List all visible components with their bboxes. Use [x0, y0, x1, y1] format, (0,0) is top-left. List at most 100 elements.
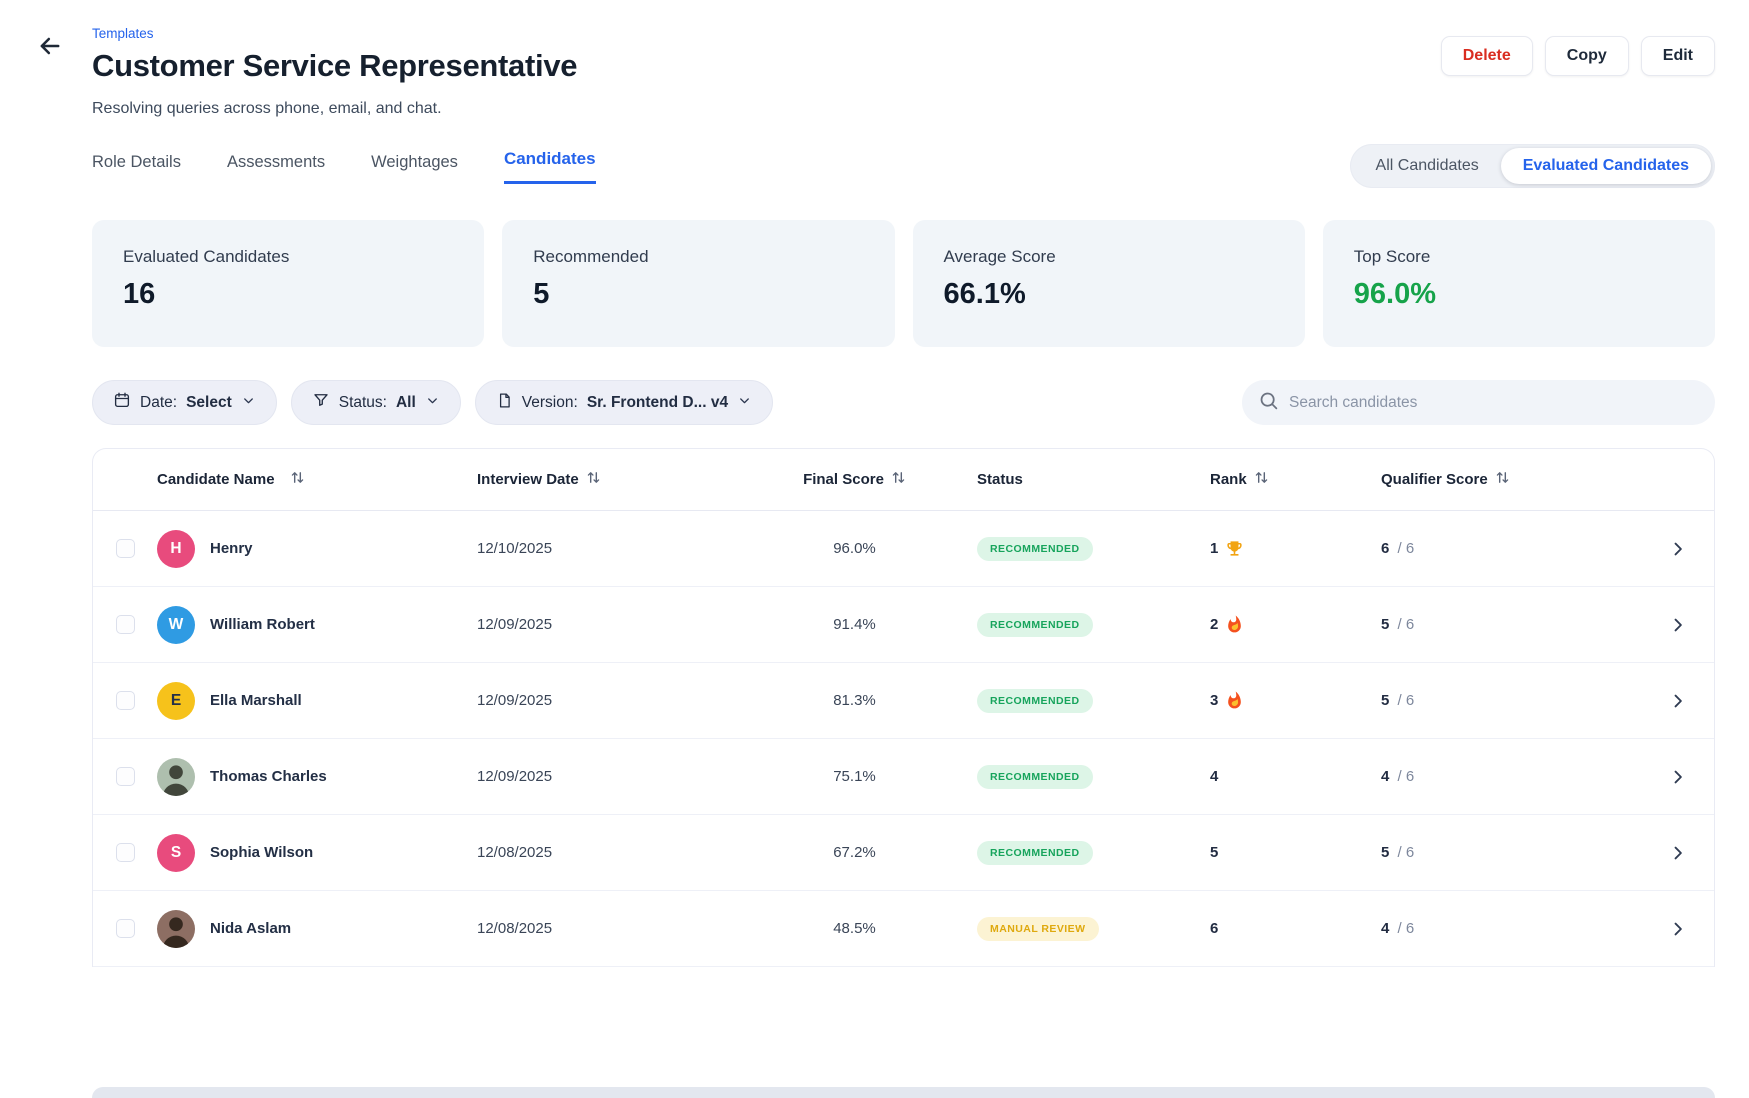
edit-button[interactable]: Edit [1641, 36, 1715, 76]
column-header-final-score[interactable]: Final Score [732, 470, 977, 489]
status-badge: MANUAL REVIEW [977, 917, 1099, 941]
filter-label: Status: [339, 394, 387, 412]
date-filter-dropdown[interactable]: Date: Select [92, 380, 277, 425]
stat-card-recommended: Recommended 5 [502, 220, 894, 347]
final-score: 48.5% [833, 920, 876, 937]
delete-button[interactable]: Delete [1441, 36, 1533, 76]
final-score: 96.0% [833, 540, 876, 557]
calendar-icon [113, 391, 131, 414]
version-filter-dropdown[interactable]: Version: Sr. Frontend D... v4 [475, 380, 773, 425]
toggle-all-candidates[interactable]: All Candidates [1354, 148, 1501, 184]
qualifier-score-value: 5 [1381, 616, 1389, 633]
table-row[interactable]: W William Robert 12/09/2025 91.4% RECOMM… [93, 587, 1714, 663]
rank-value: 4 [1210, 768, 1218, 785]
candidate-name: Sophia Wilson [210, 844, 313, 861]
copy-button[interactable]: Copy [1545, 36, 1629, 76]
column-header-rank[interactable]: Rank [1202, 470, 1367, 489]
stat-value: 16 [123, 278, 453, 311]
qualifier-score-total: / 6 [1393, 920, 1414, 937]
fire-icon [1225, 691, 1244, 710]
sort-icon[interactable] [290, 470, 305, 489]
row-checkbox[interactable] [116, 919, 135, 938]
file-icon [496, 392, 513, 414]
column-header-candidate-name[interactable]: Candidate Name [157, 470, 477, 489]
chevron-right-icon[interactable] [1668, 767, 1688, 787]
final-score: 81.3% [833, 692, 876, 709]
row-checkbox[interactable] [116, 843, 135, 862]
interview-date: 12/09/2025 [477, 768, 552, 785]
sort-icon[interactable] [891, 470, 906, 489]
tab-candidates[interactable]: Candidates [504, 149, 596, 184]
candidate-name: William Robert [210, 616, 315, 633]
search-icon [1258, 390, 1279, 416]
avatar: E [157, 682, 195, 720]
column-header-interview-date[interactable]: Interview Date [477, 470, 732, 489]
row-checkbox[interactable] [116, 691, 135, 710]
table-row[interactable]: Thomas Charles 12/09/2025 75.1% RECOMMEN… [93, 739, 1714, 815]
chevron-right-icon[interactable] [1668, 539, 1688, 559]
stat-label: Evaluated Candidates [123, 247, 453, 267]
final-score: 67.2% [833, 844, 876, 861]
chevron-right-icon[interactable] [1668, 919, 1688, 939]
chevron-right-icon[interactable] [1668, 843, 1688, 863]
column-header-status: Status [977, 471, 1202, 488]
stats-cards: Evaluated Candidates 16 Recommended 5 Av… [92, 220, 1715, 347]
interview-date: 12/08/2025 [477, 844, 552, 861]
row-checkbox[interactable] [116, 539, 135, 558]
avatar: S [157, 834, 195, 872]
qualifier-score-value: 5 [1381, 692, 1389, 709]
tab-weightages[interactable]: Weightages [371, 153, 458, 184]
row-checkbox[interactable] [116, 767, 135, 786]
chevron-right-icon[interactable] [1668, 691, 1688, 711]
avatar-photo [157, 910, 195, 948]
header-actions: Delete Copy Edit [1441, 36, 1715, 76]
column-label: Interview Date [477, 471, 579, 488]
interview-date: 12/08/2025 [477, 920, 552, 937]
search-input[interactable] [1289, 394, 1699, 412]
table-row[interactable]: S Sophia Wilson 12/08/2025 67.2% RECOMME… [93, 815, 1714, 891]
status-badge: RECOMMENDED [977, 537, 1093, 561]
sort-icon[interactable] [1254, 470, 1269, 489]
final-score: 75.1% [833, 768, 876, 785]
table-row[interactable]: E Ella Marshall 12/09/2025 81.3% RECOMME… [93, 663, 1714, 739]
page-subtitle: Resolving queries across phone, email, a… [92, 100, 1715, 118]
rank-value: 6 [1210, 920, 1218, 937]
status-filter-dropdown[interactable]: Status: All [291, 380, 461, 425]
chevron-down-icon [425, 393, 440, 413]
qualifier-score-total: / 6 [1393, 844, 1414, 861]
avatar: H [157, 530, 195, 568]
rank-value: 2 [1210, 616, 1218, 633]
rank-value: 1 [1210, 540, 1218, 557]
toggle-evaluated-candidates[interactable]: Evaluated Candidates [1501, 148, 1711, 184]
stat-card-average-score: Average Score 66.1% [913, 220, 1305, 347]
candidate-name: Henry [210, 540, 253, 557]
qualifier-score-total: / 6 [1393, 692, 1414, 709]
stat-label: Top Score [1354, 247, 1684, 267]
table-row[interactable]: Nida Aslam 12/08/2025 48.5% MANUAL REVIE… [93, 891, 1714, 967]
tab-assessments[interactable]: Assessments [227, 153, 325, 184]
candidate-name: Nida Aslam [210, 920, 291, 937]
row-checkbox[interactable] [116, 615, 135, 634]
chevron-down-icon [241, 393, 256, 413]
back-arrow-icon[interactable] [36, 32, 64, 60]
filter-funnel-icon [312, 391, 330, 414]
interview-date: 12/09/2025 [477, 616, 552, 633]
stat-card-top-score: Top Score 96.0% [1323, 220, 1715, 347]
search-box [1242, 380, 1715, 425]
horizontal-scrollbar[interactable] [92, 1087, 1715, 1098]
sort-icon[interactable] [586, 470, 601, 489]
filter-label: Version: [522, 394, 578, 412]
stat-value: 96.0% [1354, 278, 1684, 311]
stat-value: 66.1% [944, 278, 1274, 311]
table-body: H Henry 12/10/2025 96.0% RECOMMENDED 1 6… [93, 511, 1714, 967]
trophy-icon [1225, 539, 1244, 558]
tab-bar: Role Details Assessments Weightages Cand… [92, 149, 596, 184]
column-header-qualifier-score[interactable]: Qualifier Score [1367, 470, 1647, 489]
qualifier-score-value: 4 [1381, 920, 1389, 937]
table-row[interactable]: H Henry 12/10/2025 96.0% RECOMMENDED 1 6… [93, 511, 1714, 587]
tab-role-details[interactable]: Role Details [92, 153, 181, 184]
qualifier-score-total: / 6 [1393, 540, 1414, 557]
sort-icon[interactable] [1495, 470, 1510, 489]
candidate-name: Ella Marshall [210, 692, 302, 709]
chevron-right-icon[interactable] [1668, 615, 1688, 635]
